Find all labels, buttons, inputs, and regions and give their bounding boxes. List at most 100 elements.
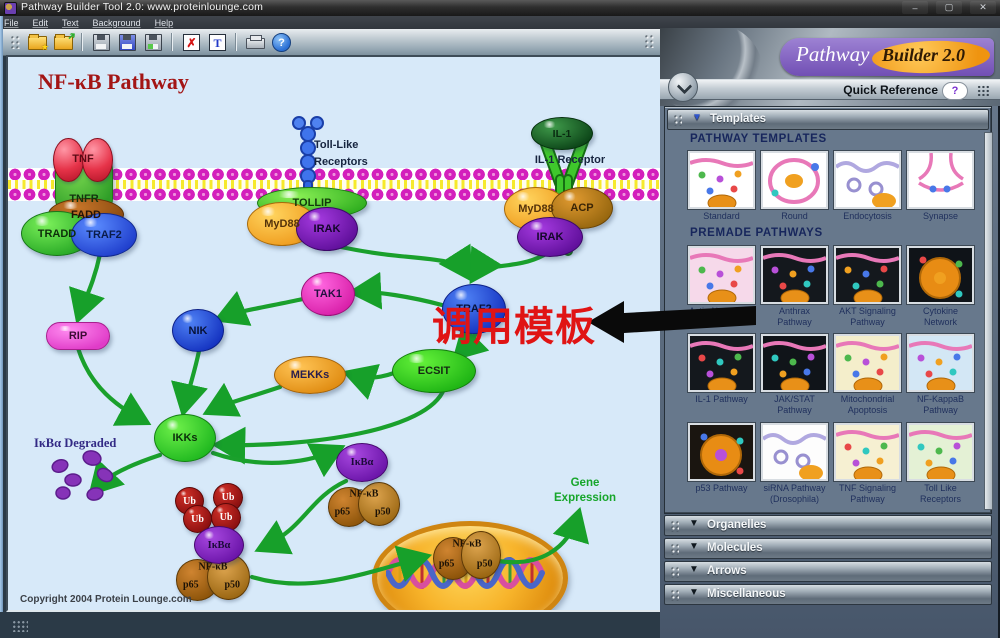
template-item-actinnucleation[interactable]: Actin Nucleation	[688, 246, 755, 327]
menu-item-background[interactable]: Background	[93, 18, 141, 28]
node-mekks[interactable]: MEKKs	[274, 356, 346, 394]
template-thumbnail[interactable]	[761, 334, 828, 392]
template-thumbnail[interactable]	[688, 246, 755, 304]
node-nik[interactable]: NIK	[172, 309, 224, 352]
status-strip	[0, 612, 660, 638]
node-rip[interactable]: RIP	[46, 322, 110, 350]
template-item-tnfsignalingpathway[interactable]: TNF Signaling Pathway	[834, 423, 901, 504]
template-thumbnail[interactable]	[834, 423, 901, 481]
delete-icon[interactable]: ✗	[180, 31, 202, 53]
section-header-miscellaneous[interactable]: ▼Miscellaneous	[664, 584, 992, 605]
template-item-anthraxpathway[interactable]: Anthrax Pathway	[761, 246, 828, 327]
bottom-drag-handle[interactable]	[12, 620, 28, 632]
section-drag-handle[interactable]	[670, 589, 679, 601]
minimize-button[interactable]: –	[902, 1, 928, 14]
template-thumbnail[interactable]	[834, 246, 901, 304]
save-as-icon[interactable]	[116, 31, 138, 53]
collapse-triangle-icon[interactable]: ▼	[689, 518, 699, 529]
toolbar-end-handle[interactable]	[644, 34, 654, 48]
menu-item-file[interactable]: File	[4, 18, 19, 28]
template-item-cytokinenetwork[interactable]: Cytokine Network	[907, 246, 974, 327]
collapse-triangle-icon[interactable]: ▼	[689, 541, 699, 552]
section-drag-handle[interactable]	[670, 520, 679, 532]
thumbnail-row: p53 Pathway siRNA Pathway (Drosophila) TNF…	[688, 423, 974, 504]
logo-text-pathway: Pathway	[796, 42, 870, 67]
section-drag-handle[interactable]	[670, 566, 679, 578]
section-header-arrows[interactable]: ▼Arrows	[664, 561, 992, 582]
template-item-round[interactable]: Round	[761, 151, 828, 222]
template-thumbnail[interactable]	[834, 334, 901, 392]
node-ib[interactable]: IκBα	[194, 526, 244, 564]
template-item-mitochondrialapoptosis[interactable]: Mitochondrial Apoptosis	[834, 334, 901, 415]
thumbnail-row: IL-1 PathwayJAK/STAT PathwayMitochondria…	[688, 334, 974, 415]
section-label: Organelles	[707, 519, 766, 531]
template-thumbnail[interactable]	[834, 151, 901, 209]
template-thumbnail[interactable]	[688, 423, 755, 481]
text-tool-icon[interactable]: T	[206, 31, 228, 53]
template-item-standard[interactable]: Standard	[688, 151, 755, 222]
menu-item-help[interactable]: Help	[155, 18, 174, 28]
template-item-nfkappabpathway[interactable]: NF-KappaB Pathway	[907, 334, 974, 415]
templates-scrollbar[interactable]	[984, 132, 993, 510]
template-thumbnail[interactable]	[761, 423, 828, 481]
template-thumbnail[interactable]	[761, 151, 828, 209]
section-drag-handle[interactable]	[673, 114, 682, 126]
collapse-triangle-icon[interactable]: ▼	[689, 587, 699, 598]
open-pathway-icon[interactable]	[52, 31, 74, 53]
template-thumbnail[interactable]	[688, 334, 755, 392]
maximize-button[interactable]: ▢	[936, 1, 962, 14]
section-header-organelles[interactable]: ▼ Organelles	[664, 515, 992, 536]
node-il1[interactable]: IL-1	[531, 117, 593, 150]
template-label: Synapse	[923, 211, 958, 222]
collapse-triangle-icon[interactable]: ▼	[692, 112, 702, 123]
node-nfkb-complex[interactable]: NF-κBp65p50	[433, 525, 501, 579]
toolbar-separator	[81, 33, 83, 51]
close-button[interactable]: ✕	[970, 1, 996, 14]
template-item-p53pathway[interactable]: p53 Pathway	[688, 423, 755, 504]
template-label: siRNA Pathway (Drosophila)	[761, 483, 828, 504]
template-item-jakstatpathway[interactable]: JAK/STAT Pathway	[761, 334, 828, 415]
save-icon[interactable]	[90, 31, 112, 53]
quick-reference-help-icon[interactable]: ?	[942, 82, 968, 100]
node-ikks[interactable]: IKKs	[154, 414, 216, 462]
panel-grid-icon[interactable]	[977, 85, 990, 96]
template-thumbnail[interactable]	[688, 151, 755, 209]
node-ib[interactable]: IκBα	[336, 443, 388, 482]
node-tak1[interactable]: TAK1	[301, 272, 355, 316]
export-image-icon[interactable]	[142, 31, 164, 53]
template-item-synapse[interactable]: Synapse	[907, 151, 974, 222]
panel-collapse-button[interactable]	[668, 72, 698, 102]
template-thumbnail[interactable]	[907, 423, 974, 481]
group-heading-1: PREMADE PATHWAYS	[690, 227, 823, 239]
template-item-tolllikereceptors[interactable]: Toll Like Receptors	[907, 423, 974, 504]
template-thumbnail[interactable]	[761, 246, 828, 304]
title-bar[interactable]: Pathway Builder Tool 2.0: www.proteinlou…	[0, 0, 1000, 16]
node-ecsit[interactable]: ECSIT	[392, 349, 476, 393]
toolbar-drag-handle[interactable]	[10, 35, 20, 49]
template-thumbnail[interactable]	[907, 246, 974, 304]
template-item-sirnapathwaydrosophila[interactable]: siRNA Pathway (Drosophila)	[761, 423, 828, 504]
node-nfkb-complex[interactable]: NF-κBp65p50	[328, 476, 400, 526]
collapse-triangle-icon[interactable]: ▼	[689, 564, 699, 575]
menu-item-edit[interactable]: Edit	[33, 18, 49, 28]
new-pathway-icon[interactable]	[26, 31, 48, 53]
template-item-endocytosis[interactable]: Endocytosis	[834, 151, 901, 222]
ikba-degraded-label: IκBα Degraded	[34, 436, 116, 451]
node-irak[interactable]: IRAK	[296, 207, 358, 251]
print-icon[interactable]	[244, 31, 266, 53]
section-drag-handle[interactable]	[670, 543, 679, 555]
template-thumbnail[interactable]	[907, 151, 974, 209]
template-thumbnail[interactable]	[907, 334, 974, 392]
quick-reference-bar: Quick Reference ?	[660, 79, 1000, 100]
section-header-molecules[interactable]: ▼Molecules	[664, 538, 992, 559]
node-irak[interactable]: IRAK	[517, 217, 583, 257]
help-icon[interactable]: ?	[270, 31, 292, 53]
quick-reference-label: Quick Reference	[843, 83, 938, 97]
node-tnf[interactable]: TNF	[52, 138, 114, 180]
template-item-aktsignalingpathway[interactable]: AKT Signaling Pathway	[834, 246, 901, 327]
menu-item-text[interactable]: Text	[62, 18, 79, 28]
template-item-il1pathway[interactable]: IL-1 Pathway	[688, 334, 755, 415]
template-label: Endocytosis	[843, 211, 892, 222]
templates-section-header[interactable]: ▼ Templates	[667, 109, 989, 130]
template-label: AKT Signaling Pathway	[834, 306, 901, 327]
